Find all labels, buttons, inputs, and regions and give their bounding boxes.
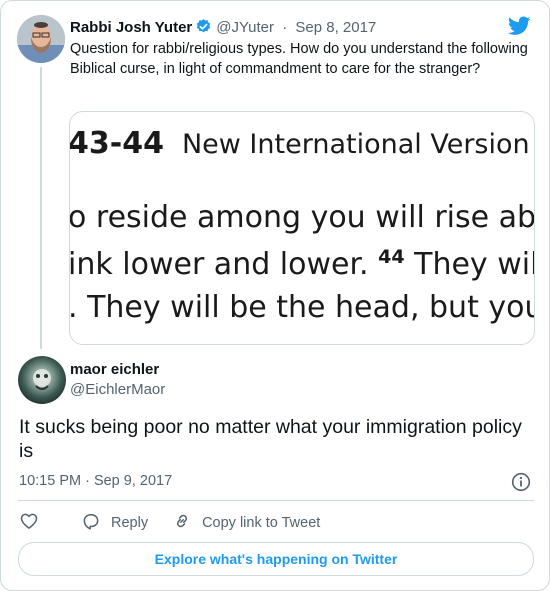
thread-connector-line bbox=[40, 67, 42, 349]
parent-tweet-text: Question for rabbi/religious types. How … bbox=[70, 41, 528, 77]
speech-bubble-icon bbox=[81, 511, 111, 535]
explore-twitter-button[interactable]: Explore what's happening on Twitter bbox=[18, 542, 534, 576]
image-line-3b: They wil bbox=[404, 247, 535, 282]
tweet-actions: Reply Copy link to Tweet bbox=[19, 512, 320, 534]
reply-tweet-text: It sucks being poor no matter what your … bbox=[19, 416, 522, 462]
image-line-4: . They will be the head, but you bbox=[69, 290, 535, 325]
parent-author-avatar[interactable] bbox=[17, 15, 65, 63]
image-line-1: 43-44 New International Version ( bbox=[69, 126, 535, 161]
header-separator: · bbox=[282, 19, 288, 36]
reply-author-name[interactable]: maor eichler bbox=[70, 361, 159, 378]
reply-timestamp[interactable]: 10:15 PM · Sep 9, 2017 bbox=[19, 473, 172, 489]
info-icon[interactable] bbox=[511, 472, 531, 497]
reply-author-handle[interactable]: @EichlerMaor bbox=[70, 381, 165, 398]
parent-tweet-image[interactable]: 43-44 New International Version ( o resid… bbox=[69, 111, 535, 345]
copy-link-label: Copy link to Tweet bbox=[202, 515, 321, 531]
reply-button[interactable]: Reply bbox=[81, 511, 148, 535]
action-divider bbox=[18, 500, 534, 501]
parent-author-name[interactable]: Rabbi Josh Yuter bbox=[70, 19, 192, 36]
link-icon bbox=[172, 511, 202, 535]
parent-tweet-date[interactable]: Sep 8, 2017 bbox=[295, 19, 376, 36]
verified-badge-icon bbox=[195, 18, 212, 39]
like-button[interactable] bbox=[19, 511, 49, 535]
parent-author-handle[interactable]: @JYuter bbox=[216, 19, 274, 36]
image-line-3a: ink lower and lower. bbox=[69, 247, 379, 282]
image-verse-number: 44 bbox=[378, 246, 405, 268]
image-line-2: o reside among you will rise abo bbox=[69, 200, 535, 235]
image-line-3: ink lower and lower. 44 They wil bbox=[69, 246, 535, 282]
parent-tweet-header: Rabbi Josh Yuter @JYuter · Sep 8, 2017 bbox=[70, 18, 376, 39]
image-verse-ref: 43-44 bbox=[69, 126, 164, 161]
reply-button-label: Reply bbox=[111, 515, 149, 531]
copy-link-button[interactable]: Copy link to Tweet bbox=[172, 511, 320, 535]
heart-icon bbox=[19, 511, 49, 535]
reply-author-avatar[interactable] bbox=[18, 356, 66, 404]
image-version-title: New International Version ( bbox=[181, 129, 535, 160]
tweet-embed-card: Rabbi Josh Yuter @JYuter · Sep 8, 2017 Qu… bbox=[0, 0, 550, 591]
twitter-bird-icon[interactable] bbox=[507, 16, 531, 41]
